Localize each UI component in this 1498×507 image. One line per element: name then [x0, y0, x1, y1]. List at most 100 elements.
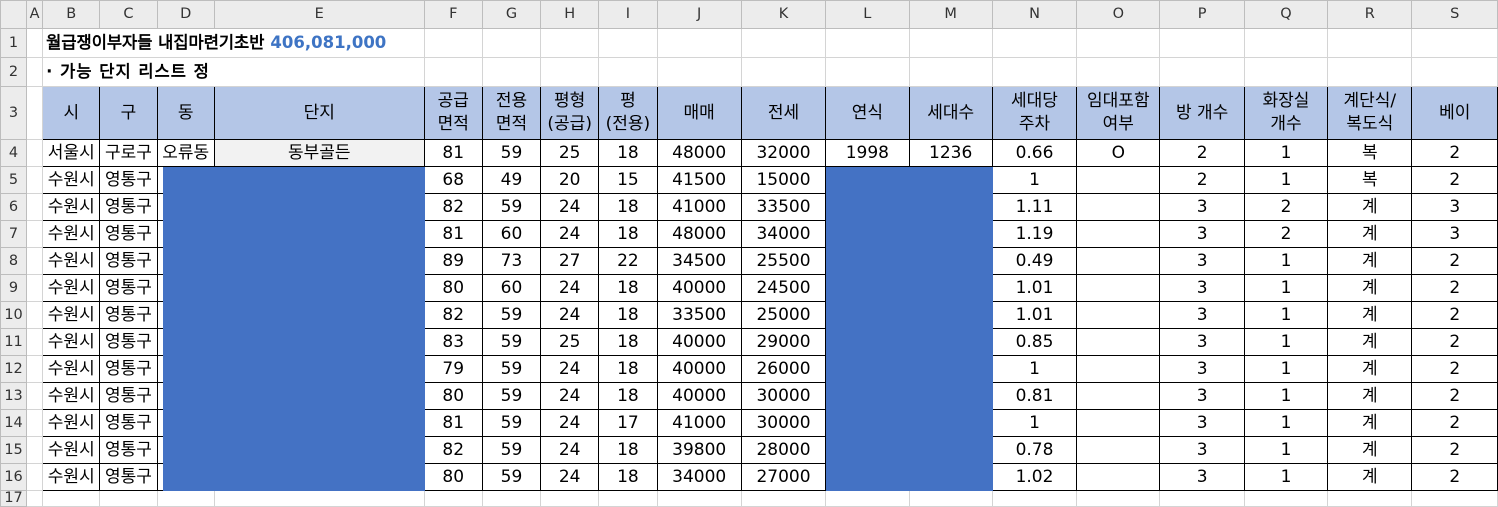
cell[interactable] [1411, 57, 1498, 87]
cell[interactable] [908, 28, 993, 58]
cell-jeonse[interactable]: 26000 [740, 355, 827, 383]
cell[interactable] [423, 57, 483, 87]
cell-households[interactable]: 1236 [908, 139, 993, 167]
cell-jeonse[interactable]: 29000 [740, 328, 827, 356]
cell-rental[interactable] [1076, 328, 1161, 356]
cell-bay[interactable]: 2 [1411, 166, 1498, 194]
cell-gu[interactable]: 영통구 [99, 166, 158, 194]
cell-exclusive[interactable]: 49 [481, 166, 542, 194]
row-header[interactable]: 7 [0, 220, 28, 248]
cell-supply[interactable]: 80 [423, 382, 483, 410]
cell-sale[interactable]: 48000 [656, 139, 742, 167]
cell[interactable] [740, 490, 827, 507]
row-header[interactable]: 10 [0, 301, 28, 329]
row-header[interactable]: 8 [0, 247, 28, 275]
cell-si[interactable]: 수원시 [42, 166, 101, 194]
cell-bay[interactable]: 2 [1411, 355, 1498, 383]
cell-si[interactable]: 수원시 [42, 328, 101, 356]
cell-gu[interactable]: 영통구 [99, 301, 158, 329]
cell-exclusive[interactable]: 59 [481, 301, 542, 329]
cell-py-excl[interactable]: 22 [598, 247, 658, 275]
column-header-g[interactable]: G [481, 0, 542, 29]
header-jeonse[interactable]: 전세 [740, 86, 827, 140]
cell-baths[interactable]: 1 [1243, 463, 1329, 491]
cell-py-excl[interactable]: 17 [598, 409, 658, 437]
cell-rental[interactable] [1076, 355, 1161, 383]
cell-py-excl[interactable]: 18 [598, 382, 658, 410]
cell-py-excl[interactable]: 18 [598, 274, 658, 302]
cell-rooms[interactable]: 3 [1159, 247, 1245, 275]
cell-exclusive[interactable]: 59 [481, 139, 542, 167]
cell[interactable] [656, 57, 742, 87]
cell-exclusive[interactable]: 59 [481, 382, 542, 410]
row-header[interactable]: 9 [0, 274, 28, 302]
cell-rental[interactable] [1076, 220, 1161, 248]
cell[interactable] [1243, 490, 1329, 507]
cell-year[interactable]: 1998 [825, 139, 910, 167]
column-header-b[interactable]: B [42, 0, 101, 29]
cell-jeonse[interactable]: 33500 [740, 193, 827, 221]
cell-jeonse[interactable]: 30000 [740, 409, 827, 437]
cell[interactable] [540, 57, 600, 87]
cell[interactable] [99, 490, 158, 507]
cell-exclusive[interactable]: 59 [481, 328, 542, 356]
cell-jeonse[interactable]: 24500 [740, 274, 827, 302]
cell-rooms[interactable]: 3 [1159, 382, 1245, 410]
cell-si[interactable]: 수원시 [42, 274, 101, 302]
cell[interactable] [26, 220, 44, 248]
cell[interactable] [26, 166, 44, 194]
cell-sale[interactable]: 40000 [656, 382, 742, 410]
cell-stair[interactable]: 복 [1327, 139, 1413, 167]
cell-stair[interactable]: 계 [1327, 274, 1413, 302]
header-households[interactable]: 세대수 [908, 86, 993, 140]
cell-exclusive[interactable]: 59 [481, 355, 542, 383]
cell-bay[interactable]: 3 [1411, 193, 1498, 221]
cell-stair[interactable]: 계 [1327, 463, 1413, 491]
column-header-c[interactable]: C [99, 0, 158, 29]
cell-exclusive[interactable]: 59 [481, 409, 542, 437]
cell-gu[interactable]: 영통구 [99, 409, 158, 437]
cell-baths[interactable]: 1 [1243, 382, 1329, 410]
cell-py-supply[interactable]: 24 [540, 355, 600, 383]
row-header[interactable]: 14 [0, 409, 28, 437]
cell[interactable] [1076, 28, 1161, 58]
cell-py-supply[interactable]: 20 [540, 166, 600, 194]
row-header[interactable]: 1 [0, 28, 28, 58]
cell-parking[interactable]: 0.81 [991, 382, 1078, 410]
cell-py-excl[interactable]: 18 [598, 355, 658, 383]
cell-py-supply[interactable]: 24 [540, 193, 600, 221]
cell[interactable] [1076, 490, 1161, 507]
cell-exclusive[interactable]: 60 [481, 220, 542, 248]
cell[interactable] [908, 57, 993, 87]
cell[interactable] [598, 28, 658, 58]
cell[interactable] [825, 57, 910, 87]
cell-gu[interactable]: 구로구 [99, 139, 158, 167]
cell[interactable] [991, 57, 1078, 87]
row-header[interactable]: 16 [0, 463, 28, 491]
header-gu[interactable]: 구 [99, 86, 158, 140]
header-bathrooms[interactable]: 화장실 개수 [1243, 86, 1329, 140]
cell-sale[interactable]: 41500 [656, 166, 742, 194]
cell-rooms[interactable]: 3 [1159, 463, 1245, 491]
cell-parking[interactable]: 0.49 [991, 247, 1078, 275]
cell-rental[interactable] [1076, 274, 1161, 302]
column-header-r[interactable]: R [1327, 0, 1413, 29]
cell-si[interactable]: 수원시 [42, 247, 101, 275]
cell[interactable] [1327, 490, 1413, 507]
cell-stair[interactable]: 계 [1327, 355, 1413, 383]
cell-si[interactable]: 수원시 [42, 355, 101, 383]
cell[interactable] [540, 490, 600, 507]
cell-baths[interactable]: 2 [1243, 193, 1329, 221]
cell-parking[interactable]: 1.19 [991, 220, 1078, 248]
cell-bay[interactable]: 2 [1411, 328, 1498, 356]
row-header[interactable]: 11 [0, 328, 28, 356]
cell-parking[interactable]: 0.85 [991, 328, 1078, 356]
subtitle-cell[interactable]: · 가능 단지 리스트 정 [42, 57, 425, 87]
column-header-e[interactable]: E [213, 0, 425, 29]
cell-jeonse[interactable]: 30000 [740, 382, 827, 410]
cell-sale[interactable]: 34000 [656, 463, 742, 491]
select-all-corner[interactable] [0, 0, 28, 29]
cell-py-excl[interactable]: 18 [598, 193, 658, 221]
cell-parking[interactable]: 1 [991, 409, 1078, 437]
cell-gu[interactable]: 영통구 [99, 436, 158, 464]
